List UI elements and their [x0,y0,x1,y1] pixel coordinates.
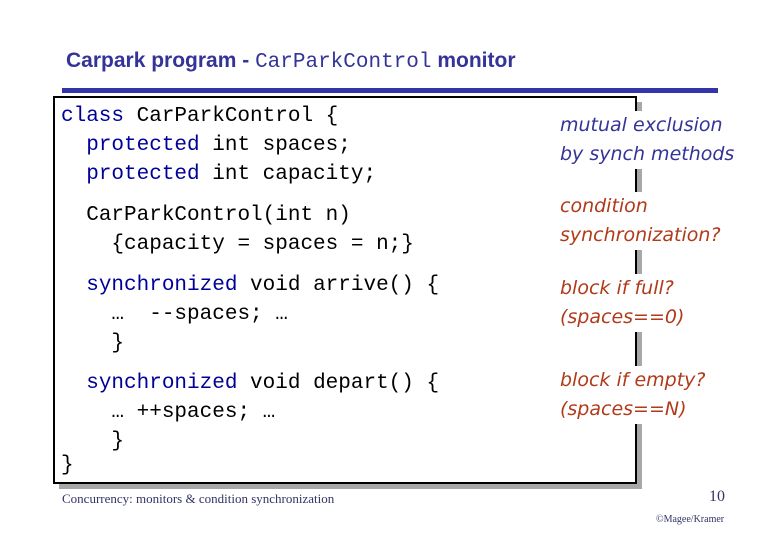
note-mutual-exclusion: mutual exclusion by synch methods [560,111,739,169]
note-line: by synch methods [560,143,735,165]
code-line: {capacity = spaces = n;} [111,233,414,256]
note-line: (spaces==0) [560,306,685,328]
code-line: CarParkControl(int n) [86,204,351,227]
footer-caption: Concurrency: monitors & condition synchr… [62,491,335,506]
code-line: } [111,430,125,453]
note-line: block if empty? [560,369,706,391]
note-line: synchronization? [560,224,721,246]
slide-title: Carpark program - CarParkControl monitor [66,49,516,74]
code-line: … ++spaces; … [111,401,276,424]
code-keyword: synchronized [86,274,238,297]
note-line: block if full? [560,277,674,299]
code-keyword: class [61,105,125,128]
note-block-if-empty: block if empty? (spaces==N) [560,366,710,424]
code-line: synchronized void arrive() { [86,274,440,297]
code-keyword: protected [86,134,200,157]
code-line: } [111,332,125,355]
code-line: class CarParkControl { [61,105,339,128]
code-line: synchronized void depart() { [86,372,440,395]
title-suffix: monitor [431,49,516,72]
title-code: CarParkControl [255,51,432,74]
title-prefix: Carpark program - [66,49,256,72]
code-line: protected int spaces; [86,134,351,157]
note-condition-synchronization: condition synchronization? [560,192,725,250]
note-line: condition [560,195,648,217]
code-line: protected int capacity; [86,163,377,186]
note-block-if-full: block if full? (spaces==0) [560,274,689,332]
code-line: … --spaces; … [111,303,288,326]
page-number: 10 [709,488,725,505]
code-line: } [61,454,74,477]
code-keyword: synchronized [86,372,238,395]
title-rule [62,88,718,93]
code-keyword: protected [86,163,200,186]
note-line: mutual exclusion [560,114,723,136]
note-line: (spaces==N) [560,398,687,420]
copyright: ©Magee/Kramer [656,514,725,525]
